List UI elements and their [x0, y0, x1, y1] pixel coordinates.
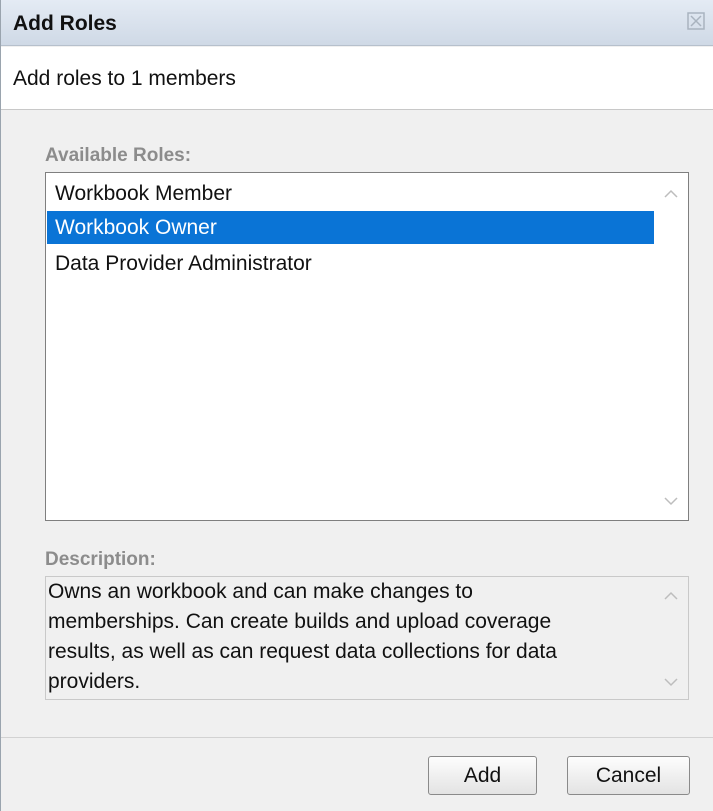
available-roles-listbox[interactable]: Workbook Member Workbook Owner Data Prov… — [45, 172, 689, 521]
add-roles-dialog: Add Roles Add roles to 1 members Availab… — [0, 0, 713, 811]
description-line: providers. — [48, 670, 141, 693]
scroll-down-icon[interactable] — [663, 494, 679, 506]
scroll-down-icon[interactable] — [663, 675, 679, 687]
scroll-up-icon[interactable] — [663, 589, 679, 601]
dialog-subtitle: Add roles to 1 members — [13, 67, 236, 90]
cancel-button[interactable]: Cancel — [567, 756, 690, 795]
description-line: memberships. Can create builds and uploa… — [48, 610, 552, 633]
description-label: Description: — [45, 549, 156, 570]
available-roles-label: Available Roles: — [45, 145, 192, 166]
dialog-header: Add roles to 1 members — [1, 47, 713, 110]
scroll-up-icon[interactable] — [663, 187, 679, 199]
close-icon[interactable] — [685, 10, 707, 32]
footer-divider — [1, 737, 713, 738]
role-option-workbook-owner[interactable]: Workbook Owner — [47, 211, 654, 244]
description-text: Owns an workbook and can make changes to… — [48, 577, 648, 697]
dialog-title: Add Roles — [13, 12, 117, 35]
description-line: results, as well as can request data col… — [48, 640, 557, 663]
role-option-workbook-member[interactable]: Workbook Member — [47, 177, 654, 210]
description-line: Owns an workbook and can make changes to — [48, 580, 473, 603]
description-scrollbar[interactable] — [654, 577, 688, 699]
add-button[interactable]: Add — [428, 756, 537, 795]
description-box[interactable]: Owns an workbook and can make changes to… — [45, 576, 689, 700]
dialog-title-bar[interactable]: Add Roles — [1, 0, 713, 46]
role-option-data-provider-administrator[interactable]: Data Provider Administrator — [47, 247, 654, 280]
roles-scrollbar[interactable] — [654, 173, 688, 520]
